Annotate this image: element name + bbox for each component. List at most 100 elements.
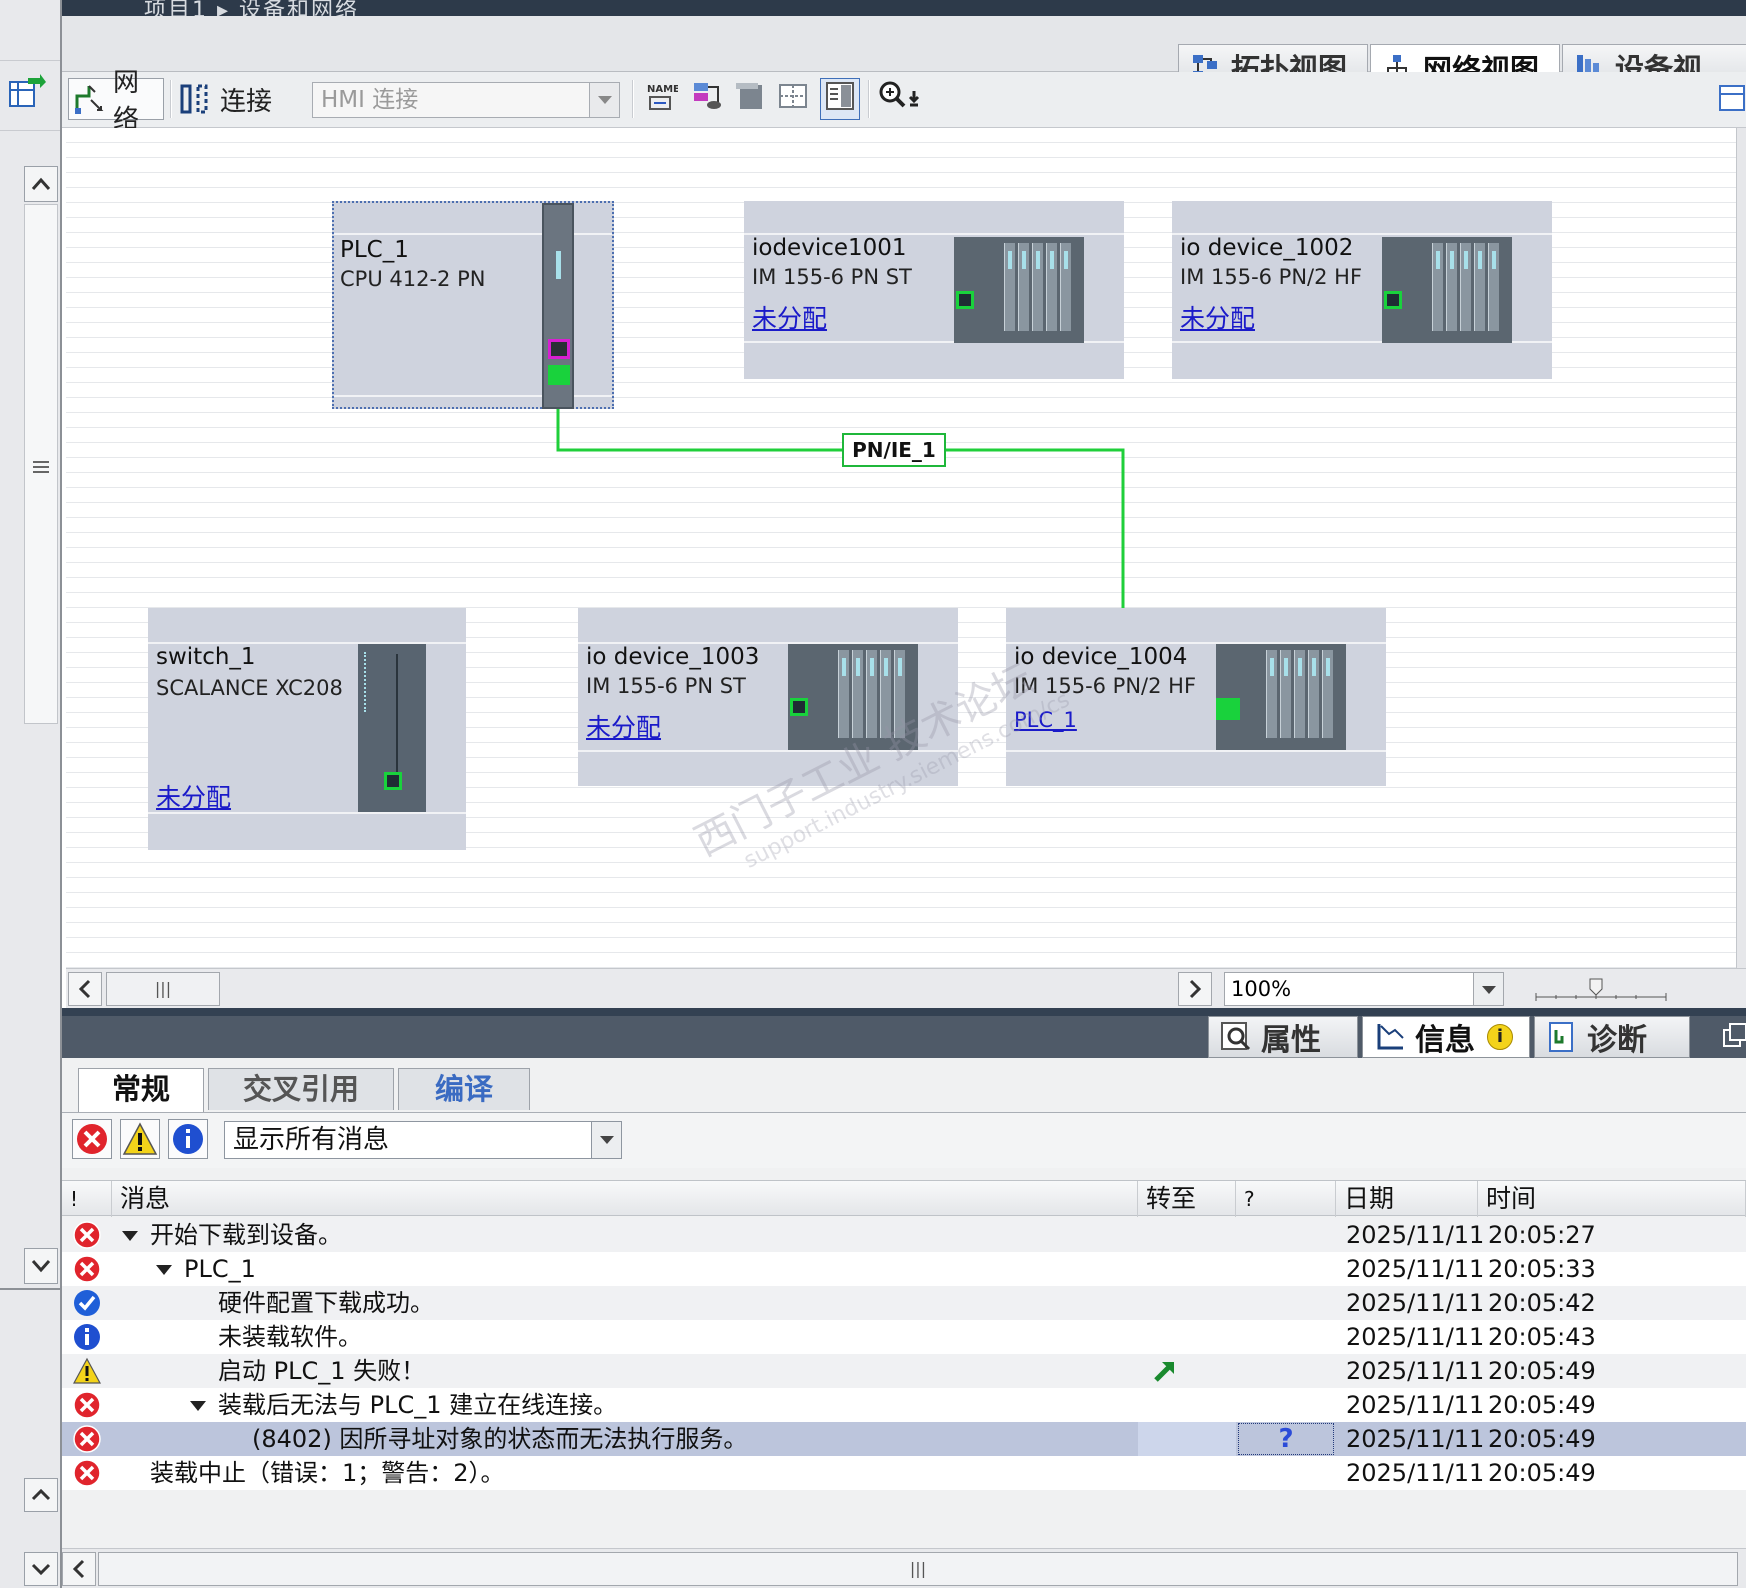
left-scrollbar-thumb[interactable] [24, 204, 58, 724]
scroll-up-button-2[interactable] [24, 1478, 58, 1512]
unassigned-link[interactable]: 未分配 [752, 299, 827, 335]
table-row[interactable]: 装载后无法与 PLC_1 建立在线连接。 2025/11/11 20:05:49 [62, 1388, 1746, 1422]
col-help-header[interactable]: ? [1236, 1181, 1336, 1217]
info-icon [1373, 1020, 1407, 1054]
message-hscroll-thumb[interactable]: ||| [98, 1552, 1738, 1586]
project-tree-icon[interactable] [4, 72, 46, 112]
network-overview-button[interactable] [690, 78, 726, 120]
canvas-vertical-scrollbar[interactable] [1736, 128, 1746, 968]
filter-info-button[interactable] [168, 1119, 208, 1159]
message-filter-value: 显示所有消息 [233, 1125, 390, 1155]
zoom-value: 100% [1231, 977, 1292, 1001]
device-switch-1[interactable]: switch_1 SCALANCE XC208 未分配 [148, 608, 466, 850]
device-iodevice1004[interactable]: io device_1004 IM 155-6 PN/2 HF PLC_1 [1006, 608, 1386, 786]
error-icon [77, 1124, 107, 1154]
pn-port-green[interactable] [548, 365, 570, 385]
pn-port-magenta[interactable] [548, 339, 570, 359]
overview-panel-toggle[interactable] [820, 78, 860, 120]
filter-errors-button[interactable] [72, 1119, 112, 1159]
device-type: IM 155-6 PN ST [752, 265, 912, 289]
expand-arrow-icon[interactable] [156, 1265, 172, 1275]
table-row[interactable]: PLC_1 2025/11/11 20:05:33 [62, 1252, 1746, 1286]
goto-cell [1138, 1422, 1236, 1456]
scroll-left-button[interactable] [68, 972, 102, 1006]
panel-collapse-icon[interactable] [1718, 80, 1746, 116]
date-cell: 2025/11/11 [1346, 1459, 1485, 1487]
scroll-right-button[interactable] [1178, 972, 1212, 1006]
connect-mode-button[interactable]: 连接 [178, 78, 278, 120]
zoom-select[interactable]: 100% [1224, 972, 1504, 1006]
help-button[interactable]: ? [1238, 1423, 1334, 1455]
unassigned-link[interactable]: 未分配 [1180, 299, 1255, 335]
date-cell: 2025/11/11 [1346, 1425, 1485, 1453]
expand-arrow-icon[interactable] [122, 1231, 138, 1241]
show-names-button[interactable]: NAME [644, 78, 680, 120]
scroll-down-button-2[interactable] [24, 1552, 58, 1586]
filter-warnings-button[interactable] [120, 1119, 160, 1159]
col-date-header[interactable]: 日期 [1336, 1181, 1478, 1217]
table-row[interactable]: 硬件配置下载成功。 2025/11/11 20:05:42 [62, 1286, 1746, 1320]
table-row[interactable]: 开始下载到设备。 2025/11/11 20:05:27 [62, 1218, 1746, 1252]
message-text: 硬件配置下载成功。 [218, 1289, 434, 1317]
subtab-general[interactable]: 常规 [78, 1068, 204, 1112]
pn-port[interactable] [956, 291, 974, 309]
diagnostics-icon [1545, 1020, 1579, 1054]
panel-float-icon[interactable] [1722, 1022, 1746, 1050]
unassigned-link[interactable]: 未分配 [586, 708, 661, 744]
pn-port[interactable] [790, 698, 808, 716]
success-icon [72, 1288, 102, 1318]
unassigned-link[interactable]: 未分配 [156, 778, 231, 814]
scroll-down-button[interactable] [24, 1248, 58, 1284]
expand-arrow-icon[interactable] [190, 1401, 206, 1411]
message-filter-select[interactable]: 显示所有消息 [224, 1121, 622, 1159]
zoom-button[interactable] [876, 78, 932, 120]
device-iodevice1003[interactable]: io device_1003 IM 155-6 PN ST 未分配 [578, 608, 958, 786]
io-module-rack [954, 237, 1084, 343]
grid-icon [776, 79, 810, 120]
network-label[interactable]: PN/IE_1 [842, 433, 946, 467]
pn-port[interactable] [1384, 291, 1402, 309]
tab-properties[interactable]: 属性 [1208, 1016, 1358, 1058]
network-mode-button[interactable]: 网络 [68, 68, 164, 135]
col-goto-header[interactable]: 转至 [1138, 1181, 1236, 1217]
tab-info[interactable]: 信息 i [1362, 1016, 1530, 1058]
device-iodevice1001[interactable]: iodevice1001 IM 155-6 PN ST 未分配 [744, 201, 1124, 379]
network-canvas[interactable]: PN/IE_1 PLC_1 CPU 412-2 PN iodevice1001 … [66, 128, 1736, 968]
table-row[interactable]: 启动 PLC_1 失败！ 2025/11/11 20:05:49 [62, 1354, 1746, 1388]
col-time-header[interactable]: 时间 [1478, 1181, 1746, 1217]
pn-port-connected[interactable] [1216, 698, 1240, 720]
table-row[interactable]: 未装载软件。 2025/11/11 20:05:43 [62, 1320, 1746, 1354]
error-icon [72, 1254, 102, 1284]
device-plc-1[interactable]: PLC_1 CPU 412-2 PN [332, 201, 614, 409]
table-row[interactable]: (8402) 因所寻址对象的状态而无法执行服务。? 2025/11/11 20:05… [62, 1422, 1746, 1456]
col-message-header[interactable]: 消息 [112, 1181, 1138, 1217]
subtab-compile[interactable]: 编译 [398, 1068, 530, 1110]
connect-mode-label: 连接 [220, 86, 273, 117]
device-iodevice1002[interactable]: io device_1002 IM 155-6 PN/2 HF 未分配 [1172, 201, 1552, 379]
time-cell: 20:05:49 [1488, 1459, 1596, 1487]
scroll-up-button[interactable] [24, 166, 58, 202]
subtab-cross-reference[interactable]: 交叉引用 [208, 1068, 394, 1110]
table-row[interactable]: 装载中止（错误：1；警告：2）。 2025/11/11 20:05:49 [62, 1456, 1746, 1490]
canvas-hscroll-thumb[interactable]: ||| [106, 972, 220, 1006]
panel-layout-icon [823, 79, 857, 120]
message-hscrollbar[interactable]: ||| [62, 1548, 1746, 1588]
io-controller-link[interactable]: PLC_1 [1014, 708, 1077, 732]
tab-diagnostics[interactable]: 诊断 [1534, 1016, 1690, 1058]
tab-label: 信息 [1415, 1023, 1475, 1058]
connection-type-select[interactable]: HMI 连接 [312, 82, 620, 118]
panel-divider[interactable] [62, 1008, 1746, 1016]
chevron-down-icon [589, 83, 619, 117]
zoom-slider[interactable] [1526, 973, 1676, 1005]
cpu-module [542, 203, 574, 409]
page-break-button[interactable] [734, 78, 770, 120]
col-status-header[interactable]: ! [62, 1181, 112, 1217]
scroll-left-button[interactable] [62, 1552, 96, 1586]
device-type: IM 155-6 PN ST [586, 674, 746, 698]
network-overview-icon [690, 79, 724, 120]
inspector-tab-bar: 属性 信息 i 诊断 [62, 1016, 1746, 1058]
network-mode-icon [73, 82, 107, 116]
pn-port[interactable] [384, 772, 402, 790]
grid-button[interactable] [776, 78, 812, 120]
device-name: PLC_1 [340, 237, 409, 263]
